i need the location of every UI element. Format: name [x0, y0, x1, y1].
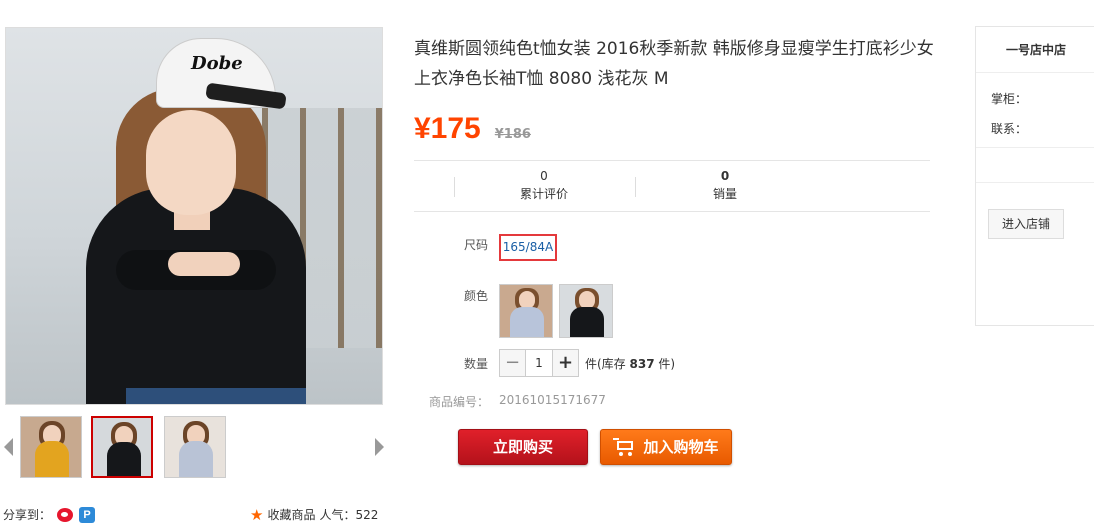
thumbnail-strip	[0, 414, 390, 480]
stock-info: 件(库存 837 件)	[585, 355, 675, 372]
sku-label: 商品编号：	[429, 395, 490, 409]
review-stat[interactable]: 0 累计评价	[454, 167, 634, 203]
sku-value: 20161015171677	[499, 393, 606, 407]
qzone-icon[interactable]: P	[79, 506, 96, 523]
color-option-gray[interactable]	[499, 284, 553, 338]
thumb-prev-arrow-icon[interactable]	[4, 438, 13, 456]
stats-bar: 0 累计评价 0 销量	[414, 160, 930, 212]
thumb-top	[179, 441, 213, 477]
quantity-minus-button[interactable]: −	[499, 349, 526, 377]
current-price: ¥175	[414, 112, 481, 145]
swatch-top	[570, 307, 604, 337]
cap-logo: Dobe	[191, 53, 243, 74]
collect-bar: ★ 收藏商品 人气：522	[250, 506, 378, 523]
buy-now-button[interactable]: 立即购买	[458, 429, 588, 465]
stock-suffix: 件)	[658, 357, 676, 371]
thumb-top	[35, 441, 69, 477]
swatch-top	[510, 307, 544, 337]
cart-icon	[613, 438, 635, 456]
price-row: ¥175 ¥186	[414, 112, 531, 146]
quantity-stepper: − 1 +	[499, 349, 579, 377]
thumb-next-arrow-icon[interactable]	[375, 438, 384, 456]
main-product-image[interactable]: Dobe	[5, 27, 383, 405]
product-title: 真维斯圆领纯色t恤女装 2016秋季新款 韩版修身显瘦学生打底衫少女上衣净色长袖…	[414, 39, 934, 89]
add-to-cart-label: 加入购物车	[643, 438, 719, 456]
shop-panel: 一号店中店 掌柜： 联系： 进入店铺	[975, 26, 1094, 326]
size-label: 尺码	[464, 238, 489, 252]
enter-shop-button[interactable]: 进入店铺	[988, 209, 1064, 239]
thumbnail-gray[interactable]	[164, 416, 226, 478]
shop-divider	[976, 182, 1094, 183]
original-price: ¥186	[494, 127, 531, 142]
sales-count: 0	[720, 169, 730, 183]
share-bar: 分享到： P	[3, 506, 96, 523]
shop-divider	[976, 147, 1094, 148]
sales-label: 销量	[712, 187, 737, 201]
shop-name[interactable]: 一号店中店	[976, 27, 1094, 73]
star-icon[interactable]: ★	[250, 507, 263, 522]
thumbnail-black[interactable]	[91, 416, 153, 478]
add-to-cart-button[interactable]: 加入购物车	[600, 429, 732, 465]
quantity-plus-button[interactable]: +	[552, 349, 579, 377]
thumbnail-yellow[interactable]	[20, 416, 82, 478]
stock-count: 837	[629, 357, 655, 371]
color-option-black[interactable]	[559, 284, 613, 338]
shop-keeper: 掌柜：	[991, 92, 1028, 106]
collect-link[interactable]: 收藏商品	[267, 506, 315, 523]
quantity-input[interactable]: 1	[526, 349, 552, 377]
quantity-label: 数量	[464, 357, 489, 371]
stock-prefix: 件(库存	[585, 357, 626, 371]
color-label: 颜色	[464, 289, 489, 303]
share-label: 分享到：	[3, 508, 52, 522]
model-jeans	[126, 388, 306, 404]
thumb-top	[107, 442, 141, 476]
review-count: 0	[540, 169, 548, 183]
shop-contact: 联系：	[991, 122, 1028, 136]
review-label: 累计评价	[519, 187, 568, 201]
model-face	[146, 110, 236, 215]
popularity-count: 人气：522	[319, 508, 379, 522]
size-option[interactable]: 165/84A	[499, 234, 557, 261]
weibo-icon[interactable]	[57, 507, 74, 522]
model-hands	[168, 252, 240, 276]
sales-stat: 0 销量	[635, 167, 815, 203]
